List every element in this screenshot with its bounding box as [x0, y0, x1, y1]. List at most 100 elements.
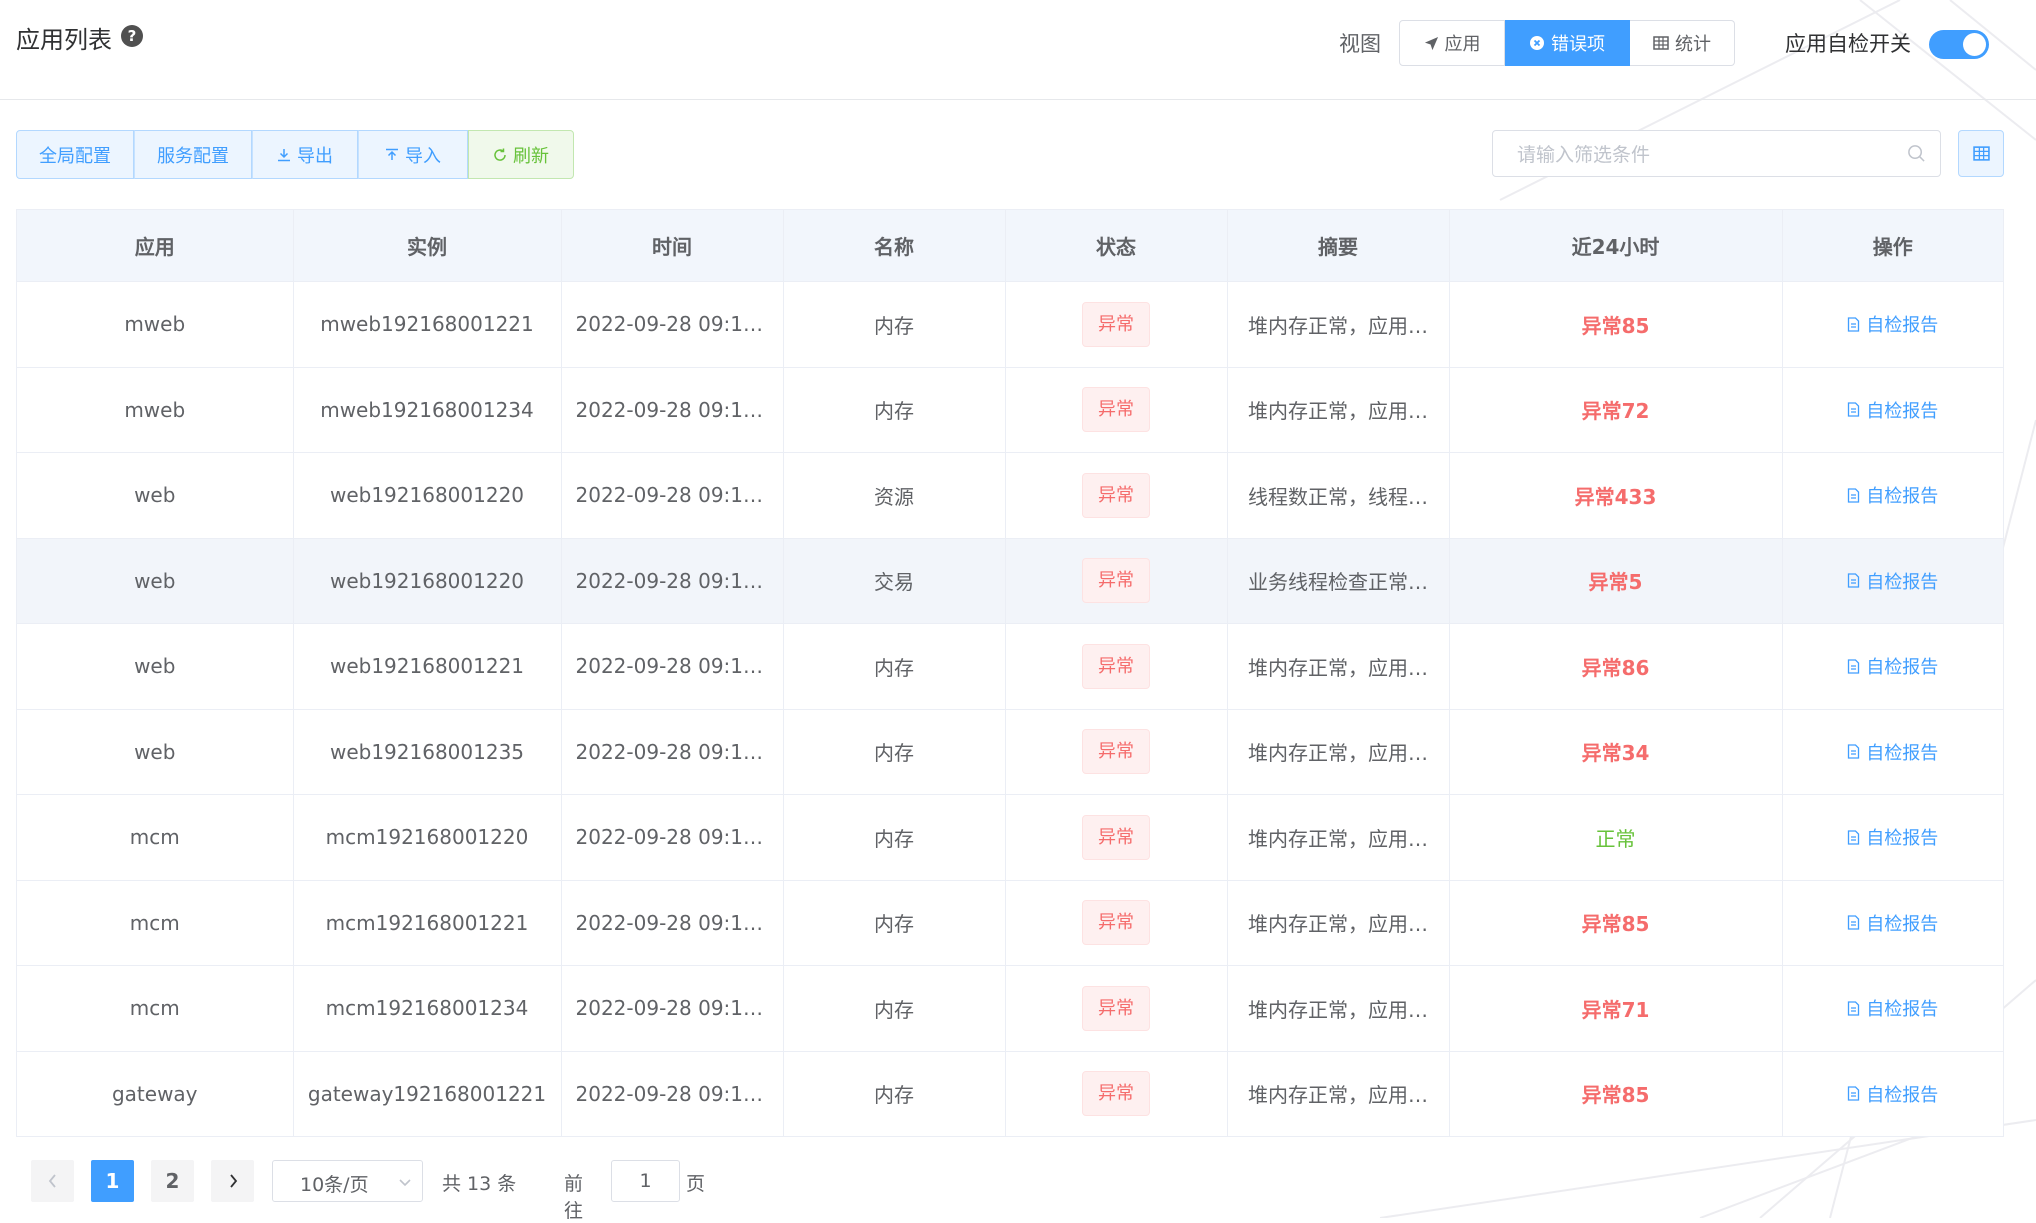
report-link-label: 自检报告: [1866, 571, 1939, 593]
status-badge: 异常: [1082, 814, 1150, 860]
refresh-icon: [494, 148, 506, 161]
cell-name: 资源: [783, 452, 1006, 539]
cell-app: mweb: [17, 281, 294, 368]
view-tab-app[interactable]: 应用: [1399, 20, 1505, 66]
document-icon: [1848, 830, 1860, 845]
table-row[interactable]: mcm mcm192168001220 2022-09-28 09:12… 内存 异常 堆…: [17, 794, 2003, 881]
cell-time: 2022-09-28 09:12…: [561, 452, 784, 539]
cell-name: 内存: [783, 1051, 1006, 1136]
cell-actions: 自检报告: [1782, 538, 2003, 624]
self-check-report-link[interactable]: 自检报告: [1847, 482, 1938, 508]
cell-time: 2022-09-28 09:12…: [561, 367, 784, 453]
goto-page-input[interactable]: [611, 1160, 680, 1202]
column-header-actions[interactable]: 操作: [1782, 210, 2003, 282]
column-header-status[interactable]: 状态: [1005, 210, 1228, 282]
table-row[interactable]: web web192168001221 2022-09-28 09:12… 内存 异常 堆…: [17, 623, 2003, 710]
view-label: 视图: [1339, 32, 1381, 56]
view-tab-errors[interactable]: 错误项: [1505, 20, 1630, 66]
search-input[interactable]: [1515, 141, 1879, 169]
cell-name: 内存: [783, 965, 1006, 1052]
send-icon: [1424, 36, 1438, 50]
self-check-report-link[interactable]: 自检报告: [1847, 653, 1938, 679]
status-badge: 异常: [1082, 900, 1150, 946]
question-circle-icon[interactable]: ?: [121, 25, 143, 47]
last24h-value: 异常5: [1588, 570, 1643, 595]
self-check-report-link[interactable]: 自检报告: [1847, 397, 1938, 423]
cell-summary: 堆内存正常，应用…: [1227, 794, 1450, 881]
view-tab-stats[interactable]: 统计: [1630, 20, 1735, 66]
self-check-report-link[interactable]: 自检报告: [1847, 311, 1938, 337]
chevron-right-icon: [229, 1174, 237, 1188]
document-icon: [1848, 744, 1860, 759]
report-link-label: 自检报告: [1866, 742, 1939, 764]
page-button-1[interactable]: 1: [91, 1160, 134, 1202]
table-grid-icon: [1972, 146, 1990, 161]
self-check-report-link[interactable]: 自检报告: [1847, 568, 1938, 594]
page-size-select[interactable]: 10条/页: [272, 1160, 423, 1202]
column-header-time[interactable]: 时间: [561, 210, 784, 282]
import-label: 导入: [405, 145, 441, 167]
self-check-report-link[interactable]: 自检报告: [1847, 739, 1938, 765]
table-row[interactable]: mweb mweb192168001221 2022-09-28 09:12… 内存 异…: [17, 281, 2003, 368]
cell-name: 内存: [783, 623, 1006, 710]
table-row[interactable]: mcm mcm192168001234 2022-09-28 09:12… 内存 异常 堆…: [17, 965, 2003, 1052]
cell-app: mcm: [17, 880, 294, 966]
document-icon: [1848, 402, 1860, 417]
self-check-toggle[interactable]: [1929, 30, 1989, 59]
cell-summary: 线程数正常，线程…: [1227, 452, 1450, 539]
prev-page-button[interactable]: [31, 1160, 74, 1202]
column-header-name[interactable]: 名称: [783, 210, 1006, 282]
page-title: 应用列表: [16, 26, 112, 54]
self-check-report-link[interactable]: 自检报告: [1847, 1081, 1938, 1107]
table-icon: [1653, 36, 1669, 50]
self-check-report-link[interactable]: 自检报告: [1847, 824, 1938, 850]
table-row[interactable]: gateway gateway192168001221 2022-09-28 09:…: [17, 1051, 2003, 1136]
cell-actions: 自检报告: [1782, 880, 2003, 966]
toolbar-button-group: 全局配置 服务配置 导出 导入 刷新: [16, 130, 574, 179]
column-header-last24h[interactable]: 近24小时: [1449, 210, 1783, 282]
cell-summary: 业务线程检查正常…: [1227, 538, 1450, 624]
table-row[interactable]: web web192168001220 2022-09-28 09:12… 交易 异常 业…: [17, 538, 2003, 624]
cell-summary: 堆内存正常，应用…: [1227, 709, 1450, 795]
cell-last24h: 异常85: [1449, 1051, 1783, 1136]
table-row[interactable]: mcm mcm192168001221 2022-09-28 09:12… 内存 异常 堆…: [17, 880, 2003, 966]
status-badge: 异常: [1082, 301, 1150, 347]
next-page-button[interactable]: [211, 1160, 254, 1202]
column-header-instance[interactable]: 实例: [293, 210, 562, 282]
cell-summary: 堆内存正常，应用…: [1227, 367, 1450, 453]
document-icon: [1848, 915, 1860, 930]
cell-app: web: [17, 623, 294, 710]
document-icon: [1848, 1001, 1860, 1016]
status-badge: 异常: [1082, 1071, 1150, 1117]
cell-name: 内存: [783, 794, 1006, 881]
chevron-down-icon: [399, 1179, 411, 1187]
export-button[interactable]: 导出: [252, 130, 358, 179]
column-settings-button[interactable]: [1958, 130, 2004, 177]
cell-time: 2022-09-28 09:12…: [561, 880, 784, 966]
table-row[interactable]: web web192168001235 2022-09-28 09:12… 内存 异常 堆…: [17, 709, 2003, 795]
service-config-button[interactable]: 服务配置: [134, 130, 252, 179]
import-button[interactable]: 导入: [358, 130, 468, 179]
self-check-report-link[interactable]: 自检报告: [1847, 910, 1938, 936]
global-config-button[interactable]: 全局配置: [16, 130, 134, 179]
document-icon: [1848, 1086, 1860, 1101]
last24h-value: 异常85: [1581, 313, 1650, 338]
self-check-report-link[interactable]: 自检报告: [1847, 995, 1938, 1021]
view-switch: 应用 错误项 统计: [1399, 20, 1735, 66]
cell-last24h: 异常85: [1449, 281, 1783, 368]
last24h-value: 异常86: [1581, 655, 1650, 680]
column-header-summary[interactable]: 摘要: [1227, 210, 1450, 282]
cell-app: gateway: [17, 1051, 294, 1136]
cell-actions: 自检报告: [1782, 623, 2003, 710]
table-row[interactable]: web web192168001220 2022-09-28 09:12… 资源 异常 线…: [17, 452, 2003, 539]
cell-summary: 堆内存正常，应用…: [1227, 623, 1450, 710]
column-header-app[interactable]: 应用: [17, 210, 294, 282]
document-icon: [1848, 659, 1860, 674]
page-button-2[interactable]: 2: [151, 1160, 194, 1202]
last24h-value: 异常72: [1581, 399, 1650, 424]
search-icon[interactable]: [1907, 144, 1926, 163]
refresh-button[interactable]: 刷新: [468, 130, 574, 179]
cell-name: 交易: [783, 538, 1006, 624]
cell-status: 异常: [1005, 367, 1228, 453]
table-row[interactable]: mweb mweb192168001234 2022-09-28 09:12… 内存 异…: [17, 367, 2003, 453]
